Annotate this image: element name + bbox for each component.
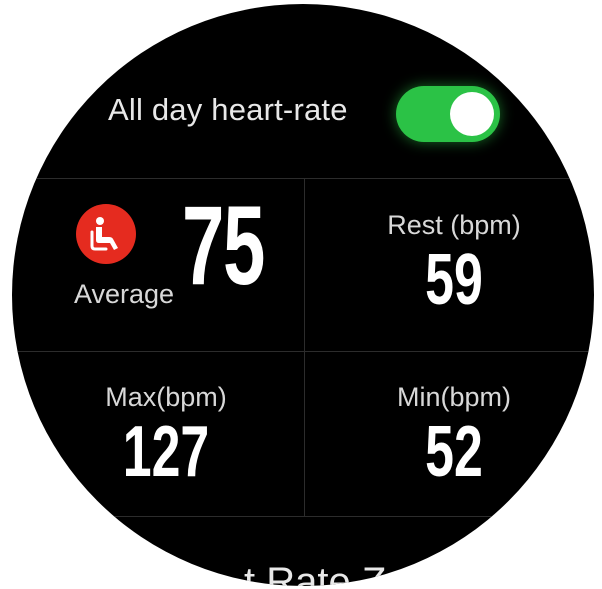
toggle-knob[interactable] xyxy=(450,92,494,136)
divider-top xyxy=(12,178,594,179)
all-day-heart-rate-toggle[interactable] xyxy=(396,86,500,142)
divider-middle xyxy=(12,351,594,352)
max-value: 127 xyxy=(122,412,210,492)
divider-bottom xyxy=(12,516,594,517)
rest-label: Rest (bpm) xyxy=(387,210,521,240)
heart-rate-zones-heading-peek: t Rate Z xyxy=(244,560,387,586)
watch-screen: All day heart-rate Average 75 Rest (bpm)… xyxy=(12,4,594,586)
seated-person-icon xyxy=(76,204,136,264)
average-value: 75 xyxy=(182,183,265,308)
average-label: Average xyxy=(74,279,175,309)
all-day-heart-rate-row[interactable]: All day heart-rate xyxy=(12,64,594,174)
rest-value: 59 xyxy=(425,240,483,320)
min-label: Min(bpm) xyxy=(396,382,511,412)
max-label: Max(bpm) xyxy=(105,382,227,412)
all-day-heart-rate-label: All day heart-rate xyxy=(108,92,348,127)
divider-vertical xyxy=(304,178,305,516)
min-value: 52 xyxy=(425,412,483,492)
